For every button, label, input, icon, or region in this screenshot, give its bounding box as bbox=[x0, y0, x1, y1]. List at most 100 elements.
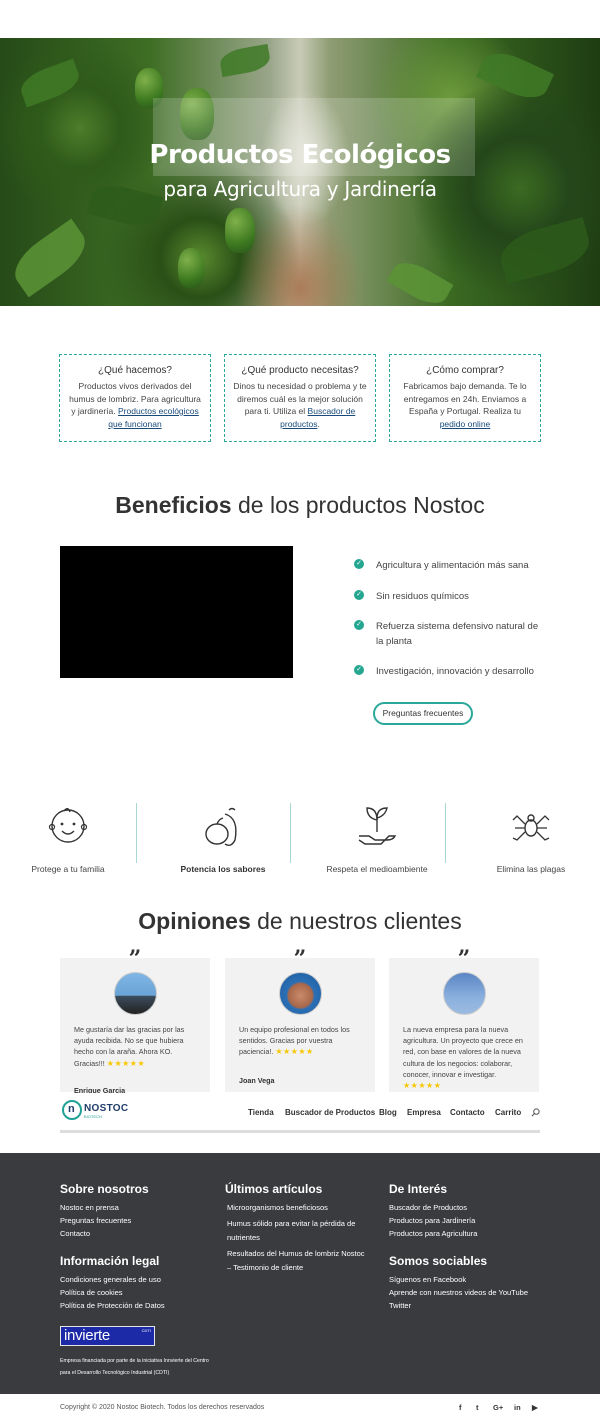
logo-subtext: BIOTECH bbox=[84, 1114, 102, 1119]
feature-protect-family: Protege a tu familia bbox=[0, 802, 143, 882]
badge-text: invierte bbox=[64, 1327, 110, 1344]
testimonial-card: ” Me gustaría dar las gracias por las ay… bbox=[60, 948, 210, 1095]
ecological-products-link[interactable]: Productos ecológicos que funcionan bbox=[108, 406, 199, 429]
footer-article-link[interactable]: Resultados del Humus de lombriz Nostoc –… bbox=[225, 1247, 370, 1275]
leaf-decoration bbox=[5, 218, 95, 298]
nav-item-contacto[interactable]: Contacto bbox=[450, 1108, 485, 1117]
check-icon: ✓ bbox=[354, 665, 364, 675]
feature-enhance-flavors: Potencia los sabores bbox=[148, 802, 298, 882]
footer-interest: De Interés Buscador de Productos Product… bbox=[389, 1182, 477, 1240]
pepper-decoration bbox=[225, 208, 255, 253]
leaf-decoration bbox=[16, 58, 84, 108]
divider bbox=[136, 803, 137, 863]
footer-link[interactable]: Nostoc en prensa bbox=[60, 1201, 149, 1214]
vegetables-icon bbox=[205, 807, 237, 847]
logo-text: NOSTOC bbox=[84, 1103, 129, 1114]
testimonial-text: Un equipo profesional en todos los senti… bbox=[239, 1025, 350, 1057]
avatar bbox=[279, 972, 322, 1015]
info-box-what-we-do: ¿Qué hacemos? Productos vivos derivados … bbox=[59, 354, 211, 442]
spider-icon bbox=[512, 814, 550, 841]
feature-label: Respeta el medioambiente bbox=[326, 864, 428, 874]
footer-link[interactable]: Síguenos en Facebook bbox=[389, 1273, 528, 1286]
info-box-how-to-buy: ¿Cómo comprar? Fabricamos bajo demanda. … bbox=[389, 354, 541, 442]
twitter-icon[interactable]: t bbox=[476, 1403, 479, 1412]
rating-stars: ★★★★★ bbox=[275, 1047, 314, 1057]
footer-heading: Somos sociables bbox=[389, 1254, 488, 1268]
nostoc-logo[interactable]: n NOSTOC BIOTECH bbox=[62, 1100, 128, 1122]
info-box-text: Dinos tu necesidad o problema y te direm… bbox=[233, 381, 367, 429]
testimonial-author: Joan Vega bbox=[239, 1076, 275, 1085]
check-icon: ✓ bbox=[354, 590, 364, 600]
footer-link[interactable]: Política de Protección de Datos bbox=[60, 1299, 165, 1312]
leaf-decoration bbox=[386, 255, 454, 306]
avatar bbox=[114, 972, 157, 1015]
pepper-decoration bbox=[178, 248, 204, 288]
footer-article-link[interactable]: Microorganismos beneficiosos bbox=[225, 1201, 370, 1215]
facebook-icon[interactable]: f bbox=[459, 1403, 462, 1412]
footer-legal: Información legal Condiciones generales … bbox=[60, 1254, 165, 1312]
check-icon: ✓ bbox=[354, 559, 364, 569]
benefits-heading: Beneficios de los productos Nostoc bbox=[115, 492, 485, 518]
quote-icon: ” bbox=[457, 946, 471, 972]
nav-item-carrito[interactable]: Carrito bbox=[495, 1108, 521, 1117]
info-box-title: ¿Cómo comprar? bbox=[426, 365, 504, 376]
linkedin-icon[interactable]: in bbox=[514, 1403, 521, 1412]
innvierte-badge[interactable]: invierte CDTI bbox=[60, 1326, 155, 1346]
copyright-text: Copyright © 2020 Nostoc Biotech. Todos l… bbox=[60, 1404, 265, 1411]
rating-stars: ★★★★★ bbox=[106, 1058, 146, 1068]
footer-about: Sobre nosotros Nostoc en prensa Pregunta… bbox=[60, 1182, 149, 1240]
nav-item-blog[interactable]: Blog bbox=[379, 1108, 397, 1117]
leaf-decoration bbox=[475, 44, 555, 107]
feature-eliminate-pests: Elimina las plagas bbox=[456, 802, 600, 882]
rating-stars: ★★★★★ bbox=[403, 1081, 442, 1091]
testimonial-card: ” Un equipo profesional en todos los sen… bbox=[225, 948, 375, 1092]
leaf-decoration bbox=[218, 43, 272, 78]
video-player[interactable] bbox=[60, 546, 293, 678]
footer-heading: De Interés bbox=[389, 1182, 448, 1196]
footer-social: Somos sociables Síguenos en Facebook Apr… bbox=[389, 1254, 528, 1312]
footer-heading: Sobre nosotros bbox=[60, 1182, 149, 1196]
divider bbox=[445, 803, 446, 863]
plant-in-hand-icon bbox=[358, 807, 397, 845]
leaf-decoration bbox=[495, 217, 595, 284]
search-icon[interactable] bbox=[531, 1108, 540, 1117]
footer-link[interactable]: Aprende con nuestros videos de YouTube bbox=[389, 1286, 528, 1299]
feature-label: Protege a tu familia bbox=[31, 864, 105, 874]
feature-respect-environment: Respeta el medioambiente bbox=[302, 802, 452, 882]
footer-link[interactable]: Contacto bbox=[60, 1227, 149, 1240]
footer-link[interactable]: Preguntas frecuentes bbox=[60, 1214, 149, 1227]
footer-link[interactable]: Condiciones generales de uso bbox=[60, 1273, 165, 1286]
testimonial-card: ” La nueva empresa para la nueva agricul… bbox=[389, 948, 539, 1092]
nav-item-buscador[interactable]: Buscador de Productos bbox=[285, 1108, 375, 1117]
footer-link[interactable]: Productos para Jardinería bbox=[389, 1214, 477, 1227]
footer-article-link[interactable]: Humus sólido para evitar la pérdida de n… bbox=[225, 1217, 370, 1245]
opinions-heading: Opiniones de nuestros clientes bbox=[138, 908, 462, 934]
feature-label: Potencia los sabores bbox=[180, 864, 266, 874]
footer-link[interactable]: Productos para Agricultura bbox=[389, 1227, 477, 1240]
info-box-text: Fabricamos bajo demanda. Te lo entregamo… bbox=[403, 381, 527, 429]
nav-item-empresa[interactable]: Empresa bbox=[407, 1108, 441, 1117]
youtube-icon[interactable]: ▶ bbox=[532, 1403, 538, 1412]
badge-small-text: CDTI bbox=[141, 1328, 151, 1333]
logo-mark: n bbox=[62, 1100, 82, 1120]
hero-title: Productos Ecológicos bbox=[149, 140, 451, 170]
header-shadow bbox=[60, 1130, 540, 1133]
divider bbox=[290, 803, 291, 863]
info-box-which-product: ¿Qué producto necesitas? Dinos tu necesi… bbox=[224, 354, 376, 442]
faq-button[interactable]: Preguntas frecuentes bbox=[373, 702, 473, 725]
google-plus-icon[interactable]: G+ bbox=[493, 1403, 503, 1412]
footer-link[interactable]: Buscador de Productos bbox=[389, 1201, 477, 1214]
check-icon: ✓ bbox=[354, 620, 364, 630]
info-box-title: ¿Qué hacemos? bbox=[98, 365, 172, 376]
footer-heading: Últimos artículos bbox=[225, 1182, 323, 1196]
online-order-link[interactable]: pedido online bbox=[440, 419, 491, 429]
baby-face-icon bbox=[48, 808, 88, 843]
sticky-header: n NOSTOC BIOTECH Tienda Buscador de Prod… bbox=[0, 1093, 600, 1133]
testimonial-text: Me gustaría dar las gracias por las ayud… bbox=[74, 1025, 185, 1068]
footer-link[interactable]: Política de cookies bbox=[60, 1286, 165, 1299]
footer-link[interactable]: Twitter bbox=[389, 1299, 528, 1312]
info-box-title: ¿Qué producto necesitas? bbox=[241, 365, 359, 376]
nav-item-tienda[interactable]: Tienda bbox=[248, 1108, 274, 1117]
quote-icon: ” bbox=[293, 946, 307, 972]
hero-subtitle: para Agricultura y Jardinería bbox=[163, 177, 437, 201]
